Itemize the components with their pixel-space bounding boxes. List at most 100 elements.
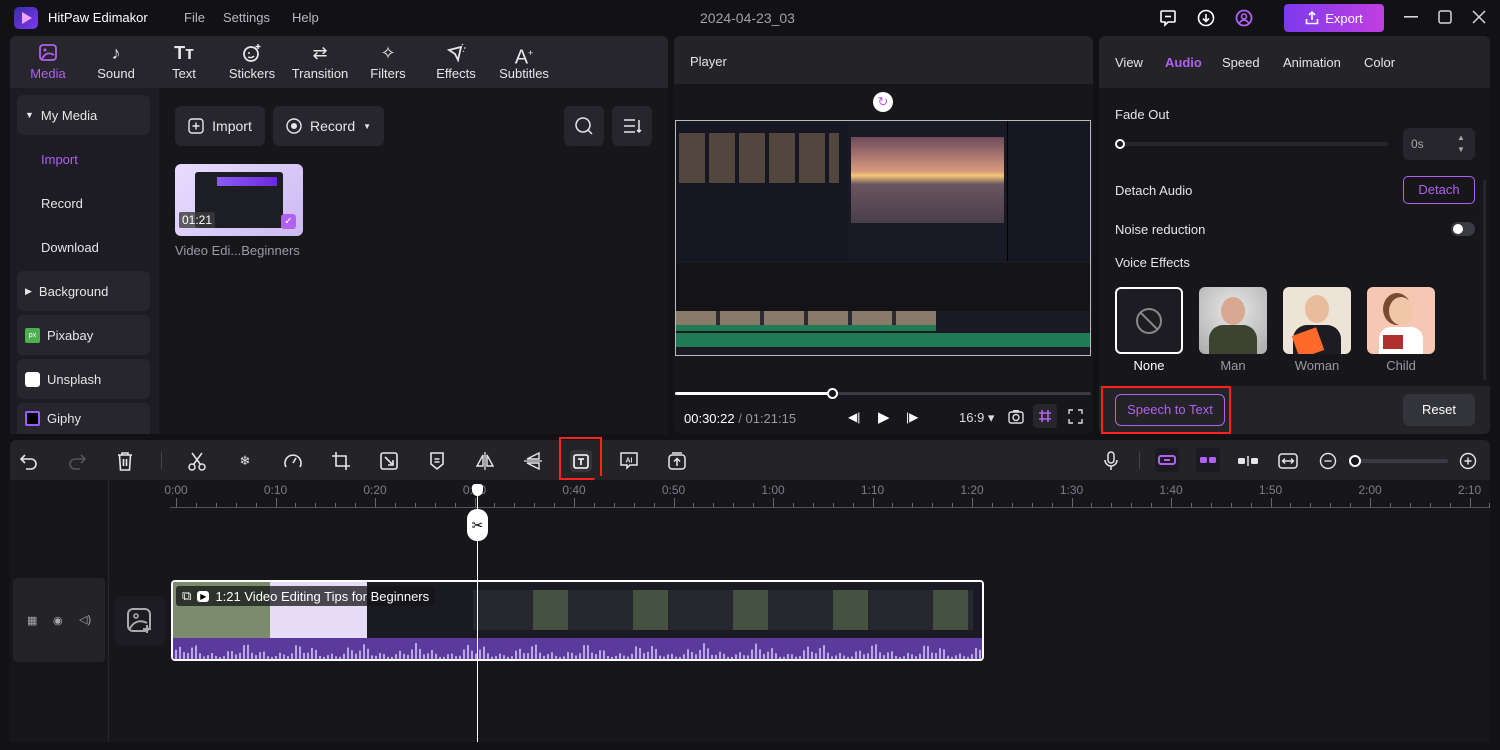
add-media-button[interactable] <box>115 596 165 646</box>
freeze-icon[interactable]: ❄ <box>234 450 256 472</box>
mirror-icon[interactable] <box>474 450 496 472</box>
video-preview[interactable] <box>675 120 1091 356</box>
noise-reduction-toggle[interactable] <box>1451 222 1475 236</box>
export-button[interactable]: Export <box>1284 4 1384 32</box>
tab-color[interactable]: Color <box>1364 55 1395 70</box>
sidebar-item-download[interactable]: Download <box>41 240 99 255</box>
sidebar-item-unsplash[interactable]: Unsplash <box>17 359 150 399</box>
split-icon[interactable] <box>186 450 208 472</box>
maximize-button[interactable] <box>1433 5 1457 29</box>
sidebar-item-giphy[interactable]: Giphy <box>17 403 150 434</box>
tab-filters[interactable]: ✧ Filters <box>353 42 423 81</box>
waveform-bar <box>879 652 881 659</box>
zoom-out-icon[interactable] <box>1317 450 1339 472</box>
voice-effect-woman[interactable] <box>1283 287 1351 354</box>
film-icon[interactable]: ▦ <box>27 614 37 627</box>
snap-toggle[interactable] <box>1196 448 1220 472</box>
stepper-icon[interactable]: ▲ ▼ <box>1457 132 1465 156</box>
playhead-handle[interactable] <box>472 484 483 496</box>
link-toggle[interactable] <box>1155 448 1179 472</box>
speed-icon[interactable] <box>282 450 304 472</box>
tab-text[interactable]: Tт Text <box>149 42 219 81</box>
account-icon[interactable] <box>1234 8 1254 28</box>
voice-effect-child-label: Child <box>1386 358 1416 373</box>
aspect-ratio-select[interactable]: 16:9 ▾ <box>959 410 994 426</box>
tab-sound[interactable]: ♪ Sound <box>81 42 151 81</box>
resize-icon[interactable] <box>378 450 400 472</box>
eye-icon[interactable]: ◉ <box>53 614 63 627</box>
download-icon[interactable] <box>1196 8 1216 28</box>
minimize-button[interactable] <box>1399 5 1423 29</box>
sidebar-item-record[interactable]: Record <box>41 196 83 211</box>
waveform-bar <box>495 656 497 659</box>
fit-timeline-icon[interactable] <box>1277 450 1299 472</box>
tab-speed[interactable]: Speed <box>1222 55 1260 70</box>
sort-button[interactable] <box>612 106 652 146</box>
ai-caption-icon[interactable]: AI <box>618 450 640 472</box>
mask-icon[interactable] <box>426 450 448 472</box>
fade-out-input[interactable]: 0s ▲ ▼ <box>1403 128 1475 160</box>
export-clip-icon[interactable] <box>666 450 688 472</box>
delete-icon[interactable] <box>114 450 136 472</box>
timeline-ruler[interactable]: 0:000:100:200:300:400:501:001:101:201:30… <box>164 480 1491 508</box>
tab-stickers[interactable]: Stickers <box>217 42 287 81</box>
zoom-slider-thumb[interactable] <box>1349 455 1361 467</box>
voice-effect-none[interactable] <box>1115 287 1183 354</box>
play-button[interactable]: ▶ <box>878 408 890 426</box>
media-thumbnail[interactable]: 01:21 ✓ <box>175 164 303 236</box>
menu-help[interactable]: Help <box>292 10 319 25</box>
speech-to-text-icon[interactable] <box>570 450 592 472</box>
feedback-icon[interactable] <box>1158 8 1178 28</box>
split-view-icon[interactable] <box>1237 450 1259 472</box>
snapshot-icon[interactable] <box>1008 409 1024 424</box>
redo-icon[interactable] <box>66 450 88 472</box>
grid-button[interactable] <box>1033 404 1057 428</box>
sidebar-item-background[interactable]: ▶ Background <box>17 271 150 311</box>
menu-settings[interactable]: Settings <box>223 10 270 25</box>
previous-frame-button[interactable]: ◀| <box>848 410 860 424</box>
rotate-handle-icon[interactable]: ↻ <box>873 92 893 112</box>
subtitles-icon: A+ <box>514 46 534 69</box>
zoom-in-icon[interactable] <box>1457 450 1479 472</box>
import-button[interactable]: Import <box>175 106 265 146</box>
fullscreen-icon[interactable] <box>1068 409 1083 424</box>
waveform-bar <box>239 652 241 659</box>
speaker-icon[interactable]: ◁) <box>79 613 91 626</box>
fade-out-slider[interactable] <box>1118 142 1388 146</box>
crop-icon[interactable] <box>330 450 352 472</box>
waveform-bar <box>747 655 749 659</box>
sidebar-item-import[interactable]: Import <box>41 152 78 167</box>
waveform-bar <box>227 651 229 659</box>
zoom-slider[interactable] <box>1350 459 1448 463</box>
menu-file[interactable]: File <box>184 10 205 25</box>
player-progress-thumb[interactable] <box>827 388 839 399</box>
microphone-icon[interactable] <box>1100 450 1122 472</box>
tab-view[interactable]: View <box>1115 55 1143 70</box>
voice-effect-man[interactable] <box>1199 287 1267 354</box>
record-button[interactable]: Record ▼ <box>273 106 384 146</box>
fade-out-slider-thumb[interactable] <box>1115 139 1125 149</box>
undo-icon[interactable] <box>18 450 40 472</box>
tab-animation[interactable]: Animation <box>1283 55 1341 70</box>
track-header-divider <box>108 480 109 742</box>
close-button[interactable] <box>1467 5 1491 29</box>
playhead-split-icon[interactable]: ✂ <box>467 509 488 541</box>
tab-media[interactable]: Media <box>13 42 83 81</box>
speech-to-text-button[interactable]: Speech to Text <box>1115 394 1225 426</box>
tab-subtitles[interactable]: A+ Subtitles <box>489 42 559 81</box>
properties-scrollbar[interactable] <box>1483 180 1486 380</box>
tab-transition[interactable]: ⇄ Transition <box>285 42 355 81</box>
sidebar-item-pixabay[interactable]: px Pixabay <box>17 315 150 355</box>
player-progress-track[interactable] <box>675 392 1091 395</box>
flip-icon[interactable] <box>522 450 544 472</box>
detach-button[interactable]: Detach <box>1403 176 1475 204</box>
tab-audio[interactable]: Audio <box>1165 55 1202 70</box>
video-clip[interactable]: ⧉ ▶ 1:21 Video Editing Tips for Beginners <box>171 580 984 661</box>
search-button[interactable] <box>564 106 604 146</box>
next-frame-button[interactable]: |▶ <box>906 410 918 424</box>
sidebar-item-my-media[interactable]: ▼ My Media <box>17 95 150 135</box>
tab-effects[interactable]: Effects <box>421 42 491 81</box>
waveform-bar <box>711 654 713 659</box>
reset-button[interactable]: Reset <box>1403 394 1475 426</box>
voice-effect-child[interactable] <box>1367 287 1435 354</box>
